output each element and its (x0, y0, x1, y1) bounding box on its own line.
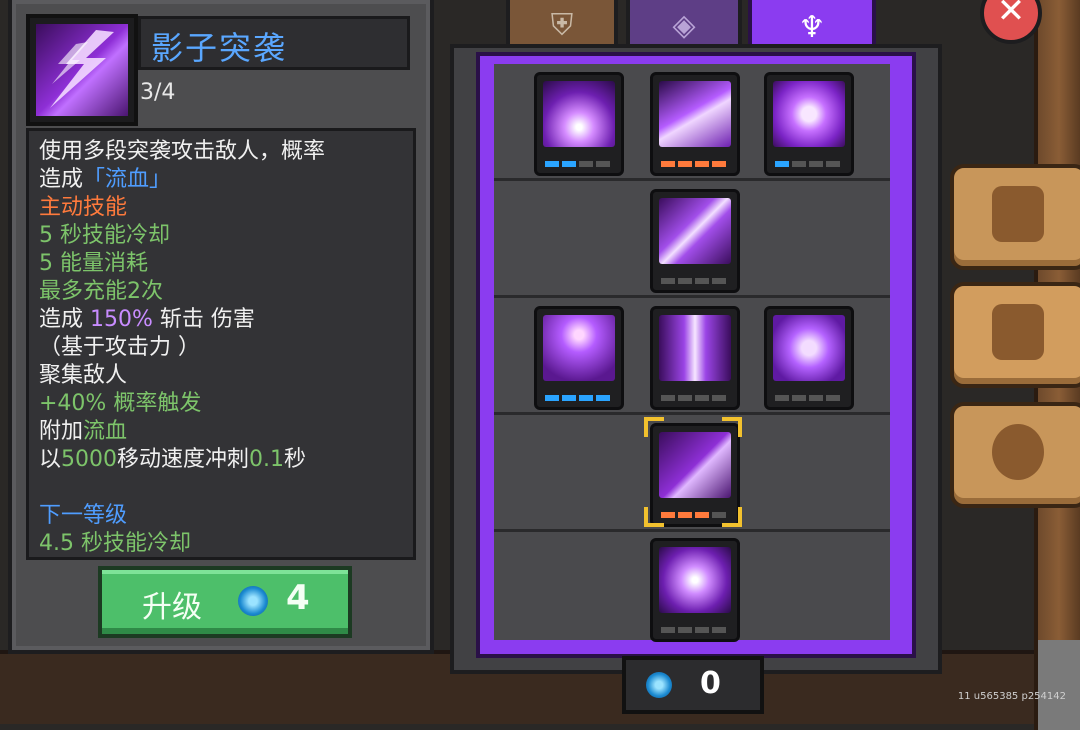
skill-node-blade-storm[interactable] (650, 538, 740, 642)
currency-value: 0 (700, 666, 721, 701)
plus-icon (773, 81, 845, 147)
desc-line: 以5000移动速度冲刺0.1秒 (39, 447, 306, 473)
node-progress (661, 627, 726, 633)
bleed-keyword: 「流血」 (83, 167, 172, 192)
proc-chance: +40% 概率触发 (39, 391, 202, 416)
desc-text: 附加 (39, 419, 84, 444)
skill-node-twin-blades[interactable] (650, 189, 740, 293)
helmet-icon (992, 186, 1044, 242)
node-progress (545, 395, 610, 401)
skill-level: 3/4 (140, 80, 176, 105)
currency-display: 0 (622, 656, 764, 714)
skills-tab-button[interactable] (950, 282, 1080, 388)
desc-text: 造成 (39, 307, 90, 332)
desc-line: 造成「流血」 (39, 167, 171, 193)
close-icon: ✕ (996, 0, 1026, 31)
charges-stat: 最多充能2次 (39, 279, 163, 304)
desc-text: 造成 (39, 167, 84, 192)
selection-corner (722, 417, 742, 437)
upgrade-label: 升级 (142, 590, 202, 625)
skill-node-slash-dash[interactable] (650, 72, 740, 176)
tree-row (494, 532, 890, 642)
helmet-tab-button[interactable] (950, 164, 1080, 270)
tree-row (494, 415, 890, 532)
swirl-crystal-icon (238, 586, 268, 616)
close-button[interactable]: ✕ (980, 0, 1042, 44)
skill-node-shield[interactable] (764, 306, 854, 410)
desc-text: 秒 (284, 447, 307, 472)
shadow-strike-icon (36, 24, 128, 116)
energy-stat: 5 能量消耗 (39, 251, 148, 276)
selection-corner (722, 507, 742, 527)
settings-tab-button[interactable] (950, 402, 1080, 508)
skill-node-heal[interactable] (764, 72, 854, 176)
selection-corner (644, 507, 664, 527)
skill-node-gather[interactable] (534, 306, 624, 410)
node-progress (661, 278, 726, 284)
shadow-strike-icon (659, 432, 731, 498)
speed-value: 5000 (61, 447, 118, 472)
swords-icon (659, 198, 731, 264)
shield-icon (773, 315, 845, 381)
skill-name: 影子突袭 (151, 29, 288, 67)
diamond-icon: ◈ (672, 8, 696, 43)
skill-icon-frame (26, 14, 138, 126)
upgrade-button[interactable]: 升级 4 (98, 566, 352, 638)
slash-icon (659, 81, 731, 147)
node-progress (775, 161, 840, 167)
upgrade-cost: 4 (286, 578, 310, 618)
shield-icon: ⛨ (550, 8, 574, 43)
pillar-icon (659, 315, 731, 381)
skill-description: 使用多段突袭攻击敌人，概率 造成「流血」 主动技能 5 秒技能冷却 5 能量消耗… (26, 128, 416, 560)
swirl-crystal-icon (646, 672, 672, 698)
desc-text: 移动速度冲刺 (117, 447, 250, 472)
blade-storm-icon (659, 547, 731, 613)
skill-tree (494, 64, 890, 642)
node-progress (661, 161, 726, 167)
watermark: 11 u565385 p254142 (957, 691, 1066, 702)
burst-icon (543, 81, 615, 147)
gear-icon (992, 424, 1044, 480)
selection-corner (644, 417, 664, 437)
skill-node-shadow-burst[interactable] (534, 72, 624, 176)
cooldown-stat: 5 秒技能冷却 (39, 223, 170, 248)
tree-row (494, 181, 890, 298)
node-progress (545, 161, 610, 167)
skill-node-pillar[interactable] (650, 306, 740, 410)
bleed-keyword: 流血 (83, 419, 128, 444)
time-value: 0.1 (249, 447, 285, 472)
swords-icon (992, 304, 1044, 360)
next-level-label: 下一等级 (39, 503, 128, 528)
skill-title-box: 影子突袭 (138, 16, 410, 70)
tree-row (494, 298, 890, 415)
skill-detail-panel: 影子突袭 3/4 使用多段突袭攻击敌人，概率 造成「流血」 主动技能 5 秒技能… (8, 0, 434, 654)
desc-line: 使用多段突袭攻击敌人，概率 (39, 139, 326, 164)
desc-line: （基于攻击力 ） (39, 335, 200, 360)
desc-line: 附加流血 (39, 419, 127, 445)
node-progress (661, 512, 726, 518)
desc-text: 斩击 伤害 (152, 307, 255, 332)
node-progress (661, 395, 726, 401)
desc-text: 以 (39, 447, 62, 472)
stone-block (1034, 640, 1080, 730)
desc-line: 造成 150% 斩击 伤害 (39, 307, 255, 333)
damage-value: 150% (90, 307, 153, 332)
node-progress (775, 395, 840, 401)
tree-row (494, 64, 890, 181)
crest-icon: ♆ (798, 10, 826, 45)
skill-type: 主动技能 (39, 195, 128, 220)
next-level-stat: 4.5 秒技能冷却 (39, 531, 191, 556)
vortex-icon (543, 315, 615, 381)
desc-line: 聚集敌人 (39, 363, 128, 388)
